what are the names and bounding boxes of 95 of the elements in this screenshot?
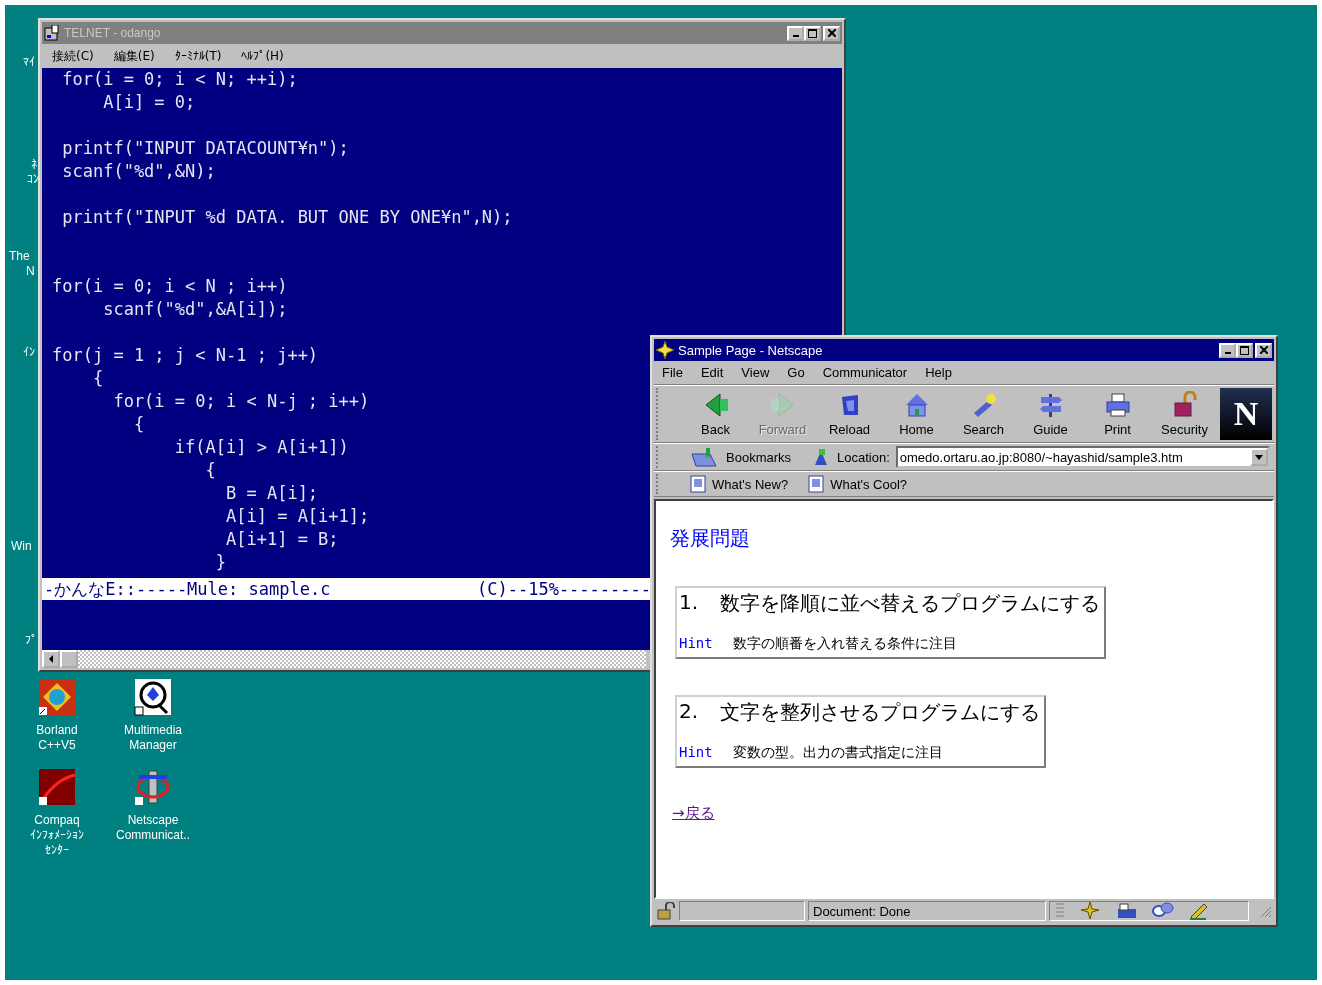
menu-item[interactable]: ﾀｰﾐﾅﾙ(T) (174, 49, 222, 63)
menu-item[interactable]: Help (925, 365, 952, 380)
menu-item[interactable]: Edit (700, 365, 724, 380)
code-line: B = A[i]; (225, 482, 319, 505)
back-link[interactable]: →戻る (672, 804, 715, 822)
code-line: for(j = 1 ; j < N-1 ; j++) (52, 344, 319, 367)
problem-text: 文字を整列させるプログラムにする (720, 699, 1041, 726)
toolbar-button[interactable]: Home (883, 387, 950, 441)
bookmark-folder-icon (690, 446, 720, 468)
icon-label[interactable]: Multimedia Manager (124, 723, 182, 753)
code-line: if(A[i] > A[i+1]) (173, 436, 349, 459)
page-heading: 発展問題 (670, 525, 751, 552)
toolbar-button[interactable]: Print (1084, 387, 1151, 441)
toolbar-button[interactable]: Guide (1017, 387, 1084, 441)
mailbox-icon[interactable] (1116, 901, 1138, 921)
terminal-app-icon (44, 25, 60, 41)
bookmarks-button[interactable]: Bookmarks (674, 446, 792, 468)
toolbar-button[interactable]: Search (950, 387, 1017, 441)
icon-label[interactable]: ｲﾝ (23, 345, 35, 359)
menu-item[interactable]: Communicator (822, 365, 908, 380)
problem-text: 数字を降順に並べ替えるプログラムにする (720, 590, 1101, 617)
minimize-icon (792, 35, 799, 37)
icon-label[interactable]: Borland C++V5 (36, 723, 78, 753)
starburst-icon (656, 341, 674, 359)
code-line: { (132, 413, 145, 436)
toolbar-button[interactable]: Back (682, 387, 749, 441)
maximize-button[interactable] (804, 25, 821, 41)
document-icon (690, 475, 706, 493)
toolbar-button[interactable]: Security (1151, 387, 1218, 441)
minimize-button[interactable] (1219, 342, 1236, 358)
toolbar-button[interactable]: Reload (816, 387, 883, 441)
maximize-icon (808, 28, 817, 38)
code-line: } (214, 551, 226, 574)
printer-icon (1103, 391, 1132, 419)
minimize-button[interactable] (787, 25, 804, 41)
icon-label[interactable]: ﾏｲ (23, 55, 35, 69)
code-line: for(i = 0; i < N-j ; i++) (112, 390, 370, 413)
swoosh-shortcut-icon[interactable] (37, 767, 77, 807)
problem-number: 2. (679, 699, 699, 725)
window-title: Sample Page - Netscape (678, 342, 823, 358)
icon-label[interactable]: ﾈ (31, 157, 37, 171)
sparkle-icon[interactable] (1080, 901, 1102, 921)
code-line: { (204, 459, 216, 482)
maximize-icon (1240, 345, 1249, 355)
hint-label: Hint (679, 744, 713, 762)
close-icon (827, 29, 836, 37)
maximize-button[interactable] (1236, 342, 1253, 358)
code-line: for(i = 0; i < N; ++i); (61, 68, 298, 91)
code-line: A[i] = 0; (102, 91, 196, 114)
close-button[interactable] (1255, 342, 1272, 358)
document-icon (808, 475, 825, 493)
minimize-icon (1224, 352, 1231, 354)
status-text: Document: Done (808, 901, 1046, 921)
code-line: A[i] = A[i+1]; (225, 505, 370, 528)
personal-toolbar-link[interactable]: What's New? (690, 475, 789, 493)
netscape-logo: N (1220, 388, 1272, 440)
icon-label[interactable]: Compaq ｲﾝﾌｫﾒｰｼｮﾝ ｾﾝﾀｰ (30, 813, 84, 858)
menu-item[interactable]: 編集(E) (113, 47, 155, 65)
icon-label[interactable]: ｺﾝ (27, 172, 39, 186)
resize-grip-icon[interactable] (1258, 904, 1272, 918)
code-line: for(i = 0; i < N ; i++) (52, 275, 288, 298)
hint-label: Hint (679, 635, 713, 653)
menu-item[interactable]: 接続(C) (52, 47, 94, 65)
padlock-icon[interactable] (656, 902, 676, 920)
mode-line-text: -かんなE::-----Mule: sample.c (44, 578, 332, 600)
icon-label[interactable]: N (26, 264, 35, 278)
menu-item[interactable]: File (662, 365, 683, 380)
dropdown-arrow-icon (1255, 454, 1263, 460)
code-line: scanf("%d",&N); (61, 160, 216, 183)
window-title: TELNET - odango (64, 26, 161, 40)
icon-label[interactable]: Netscape Communicat.. (116, 813, 190, 843)
pen-icon[interactable] (1188, 901, 1210, 921)
hint-text: 数字の順番を入れ替える条件に注目 (732, 635, 957, 653)
code-line: printf("INPUT %d DATA. BUT ONE BY ONE¥n",N); (61, 206, 513, 229)
menu-item[interactable]: ﾍﾙﾌﾟ(H) (241, 49, 284, 63)
icon-label[interactable]: The (9, 249, 30, 263)
scroll-left-button[interactable] (42, 650, 60, 668)
menu-item[interactable]: Go (787, 365, 805, 380)
left-arrow-icon (48, 655, 54, 663)
code-line: { (91, 367, 104, 390)
mode-line-text: (C)--15%--------- (477, 578, 651, 600)
problem-number: 1. (679, 590, 699, 616)
location-label: Location: (837, 449, 890, 465)
scrollbar-thumb[interactable] (60, 650, 78, 668)
menu-item[interactable]: View (741, 365, 770, 380)
icon-label[interactable]: ﾌﾟ (25, 633, 37, 647)
close-button[interactable] (823, 25, 840, 41)
close-icon (1259, 346, 1268, 354)
location-field[interactable]: omedo.ortaru.ao.jp:8080/~hayashid/sample3.htm (895, 446, 1270, 468)
code-line: scanf("%d",&A[i]); (102, 298, 288, 321)
personal-toolbar-link[interactable]: What's Cool? (808, 475, 908, 493)
icon-label[interactable]: Win (11, 539, 32, 553)
hint-text: 変数の型。出力の書式指定に注目 (732, 744, 943, 762)
code-line: A[i+1] = B; (225, 528, 339, 551)
code-line: printf("INPUT DATACOUNT¥n"); (61, 137, 349, 160)
